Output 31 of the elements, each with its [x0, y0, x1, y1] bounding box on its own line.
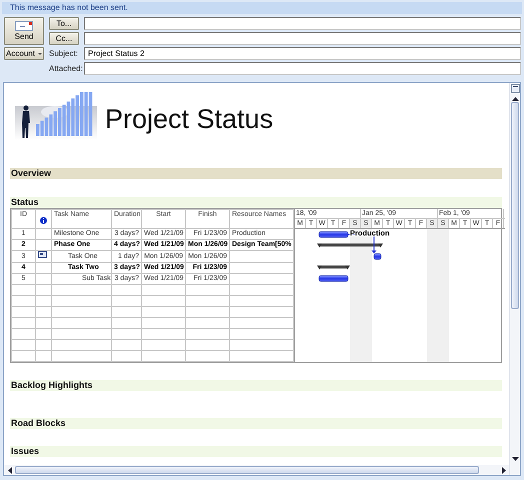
section-heading: Backlog Highlights: [10, 380, 502, 391]
task-bar: [318, 275, 348, 282]
document-title: Project Status: [105, 104, 274, 134]
scroll-right-icon[interactable]: [502, 466, 507, 474]
envelope-icon: [15, 21, 33, 31]
summary-bar: [317, 244, 383, 248]
caret-icon: [38, 52, 42, 54]
section-heading: Issues: [10, 446, 502, 457]
subject-label: Subject:: [49, 48, 79, 60]
to-button[interactable]: To...: [49, 17, 79, 30]
vertical-scrollbar-thumb[interactable]: [511, 102, 519, 309]
section-heading: Road Blocks: [10, 418, 502, 429]
account-button[interactable]: Account: [4, 47, 44, 60]
ruler-icon[interactable]: [510, 84, 520, 93]
scroll-left-icon[interactable]: [7, 466, 12, 474]
section-heading: Status: [10, 197, 502, 208]
attachment-field[interactable]: [84, 62, 521, 75]
info-bar-message: This message has not been sent.: [9, 2, 129, 14]
summary-bar: [317, 266, 350, 270]
horizontal-scrollbar-thumb[interactable]: [15, 466, 479, 474]
cc-field[interactable]: [84, 32, 521, 45]
to-field[interactable]: [84, 17, 521, 30]
cc-button[interactable]: Cc...: [49, 32, 79, 45]
task-bar: [318, 231, 348, 238]
info-icon: [40, 217, 47, 224]
subject-field[interactable]: Project Status 2: [84, 47, 521, 60]
section-heading: Overview: [10, 168, 502, 179]
send-button[interactable]: Send: [4, 17, 44, 45]
calendar-icon: [38, 251, 47, 258]
task-bar: [374, 253, 382, 260]
scroll-down-icon[interactable]: [512, 457, 518, 462]
